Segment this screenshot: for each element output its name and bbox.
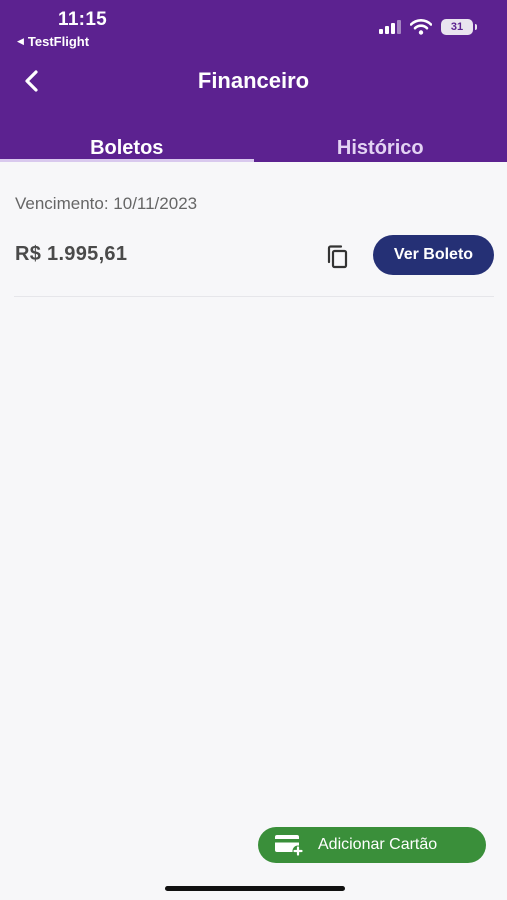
back-to-app-link[interactable]: ◀ TestFlight bbox=[17, 34, 89, 49]
add-card-icon bbox=[275, 835, 304, 857]
add-card-button[interactable]: Adicionar Cartão bbox=[258, 827, 486, 863]
status-time: 11:15 bbox=[58, 9, 108, 30]
tab-boletos[interactable]: Boletos bbox=[0, 128, 254, 162]
battery-icon: 31 bbox=[441, 19, 477, 35]
wifi-icon bbox=[410, 19, 432, 35]
status-bar: 11:15 ◀ TestFlight 31 bbox=[0, 0, 507, 60]
active-tab-indicator bbox=[0, 159, 254, 162]
tab-historico[interactable]: Histórico bbox=[254, 128, 507, 162]
signal-icon bbox=[379, 20, 401, 34]
home-indicator bbox=[165, 886, 345, 891]
back-app-label: TestFlight bbox=[27, 34, 90, 49]
tab-historico-label: Histórico bbox=[336, 137, 424, 159]
copy-button[interactable] bbox=[322, 241, 354, 273]
nav-bar: Financeiro bbox=[0, 58, 507, 104]
boleto-amount: R$ 1.995,61 bbox=[15, 243, 128, 265]
page-title: Financeiro bbox=[197, 68, 310, 93]
tab-boletos-label: Boletos bbox=[90, 137, 164, 159]
status-icons: 31 bbox=[379, 19, 477, 35]
tab-bar: Boletos Histórico bbox=[0, 128, 507, 162]
view-boleto-button[interactable]: Ver Boleto bbox=[373, 235, 494, 275]
copy-icon bbox=[327, 245, 348, 269]
add-card-label: Adicionar Cartão bbox=[318, 836, 438, 853]
app-header: 11:15 ◀ TestFlight 31 Financeiro Boletos… bbox=[0, 0, 507, 162]
back-triangle-icon: ◀ bbox=[17, 36, 24, 46]
divider bbox=[14, 296, 494, 297]
due-date-label: Vencimento: 10/11/2023 bbox=[15, 194, 198, 213]
battery-level: 31 bbox=[450, 21, 464, 33]
